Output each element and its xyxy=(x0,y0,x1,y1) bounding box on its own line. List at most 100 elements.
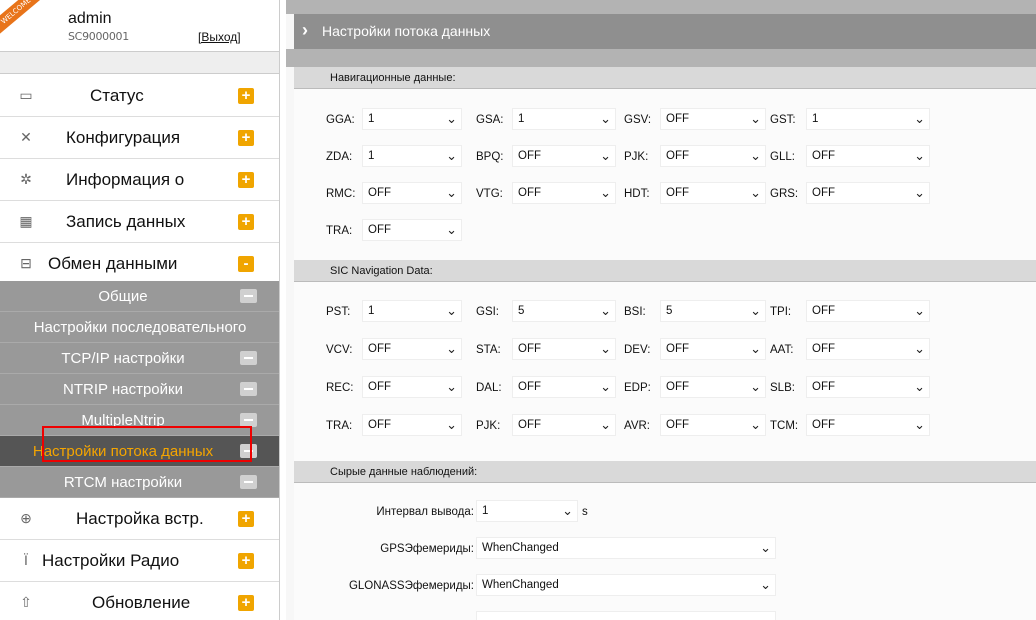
field-select[interactable]: OFF ⌄ xyxy=(362,338,462,360)
select-value: OFF xyxy=(812,343,835,355)
chevron-down-icon: ⌄ xyxy=(446,341,457,356)
menu-label: Информация о xyxy=(66,170,185,189)
chevron-down-icon: ⌄ xyxy=(914,303,925,318)
field-select[interactable]: OFF ⌄ xyxy=(512,338,616,360)
field-select[interactable]: OFF ⌄ xyxy=(362,219,462,241)
expand-icon[interactable]: + xyxy=(238,172,254,188)
menu-update[interactable]: ⇧ Обновление + xyxy=(0,582,279,620)
field-select[interactable]: OFF ⌄ xyxy=(512,182,616,204)
menu-record[interactable]: ▦ Запись данных + xyxy=(0,201,279,243)
field-select[interactable]: OFF ⌄ xyxy=(362,414,462,436)
gps-ephemeris-select[interactable]: WhenChanged ⌄ xyxy=(476,537,776,559)
interval-unit: s xyxy=(582,506,588,518)
submenu-serial[interactable]: Настройки последовательного xyxy=(0,312,279,343)
field-select[interactable]: OFF ⌄ xyxy=(660,145,766,167)
field-label: PJK: xyxy=(476,420,501,432)
field-select[interactable]: 1 ⌄ xyxy=(362,300,462,322)
field-select[interactable]: OFF ⌄ xyxy=(806,145,930,167)
select-value: OFF xyxy=(666,113,689,125)
chevron-down-icon: ⌄ xyxy=(914,341,925,356)
collapse-icon[interactable]: - xyxy=(238,256,254,272)
minus-icon xyxy=(240,475,257,489)
select-value: 1 xyxy=(368,113,375,125)
chevron-down-icon: ⌄ xyxy=(600,185,611,200)
chevron-down-icon: ⌄ xyxy=(750,303,761,318)
chevron-down-icon: ⌄ xyxy=(446,185,457,200)
field-select[interactable]: 1 ⌄ xyxy=(362,108,462,130)
submenu-general[interactable]: Общие xyxy=(0,281,279,312)
expand-icon[interactable]: + xyxy=(238,511,254,527)
menu-exchange[interactable]: ⊟ Обмен данными - xyxy=(0,243,279,285)
field-label: ZDA: xyxy=(326,151,353,163)
select-value: OFF xyxy=(518,381,541,393)
submenu-tcpip[interactable]: TCP/IP настройки xyxy=(0,343,279,374)
glonass-ephemeris-label: GLONASSЭфемериды: xyxy=(348,580,474,592)
glonass-ephemeris-select[interactable]: WhenChanged ⌄ xyxy=(476,574,776,596)
field-select[interactable]: OFF ⌄ xyxy=(512,376,616,398)
menu-builtin[interactable]: ⊕ Настройка встр. + xyxy=(0,498,279,540)
chevron-down-icon: ⌄ xyxy=(600,379,611,394)
expand-icon[interactable]: + xyxy=(238,88,254,104)
field-select[interactable]: OFF ⌄ xyxy=(806,376,930,398)
submenu-ntrip[interactable]: NTRIP настройки xyxy=(0,374,279,405)
select-value: OFF xyxy=(368,381,391,393)
field-select[interactable]: OFF ⌄ xyxy=(660,376,766,398)
field-label: REC: xyxy=(326,382,354,394)
field-select[interactable]: OFF ⌄ xyxy=(806,182,930,204)
field-label: TCM: xyxy=(770,420,799,432)
select-value: OFF xyxy=(518,343,541,355)
expand-icon[interactable]: + xyxy=(238,595,254,611)
select-value: OFF xyxy=(518,419,541,431)
field-select[interactable]: 5 ⌄ xyxy=(512,300,616,322)
field-label: TRA: xyxy=(326,225,353,237)
field-select[interactable]: OFF ⌄ xyxy=(660,414,766,436)
chevron-down-icon: ⌄ xyxy=(914,417,925,432)
page-header: › Настройки потока данных xyxy=(294,14,1036,49)
menu-label: Настройки Радио xyxy=(42,551,180,570)
field-label: GSI: xyxy=(476,306,500,318)
chevron-down-icon: ⌄ xyxy=(446,222,457,237)
field-select[interactable]: OFF ⌄ xyxy=(806,338,930,360)
field-select[interactable]: 1 ⌄ xyxy=(512,108,616,130)
field-select[interactable]: OFF ⌄ xyxy=(660,108,766,130)
menu-radio[interactable]: Ï Настройки Радио + xyxy=(0,540,279,582)
field-select[interactable]: OFF ⌄ xyxy=(512,145,616,167)
menu-status[interactable]: ▭ Статус + xyxy=(0,75,279,117)
menu-config[interactable]: ✕ Конфигурация + xyxy=(0,117,279,159)
username: admin xyxy=(68,10,112,27)
field-select[interactable]: OFF ⌄ xyxy=(660,338,766,360)
field-select[interactable]: 5 ⌄ xyxy=(660,300,766,322)
field-select[interactable]: OFF ⌄ xyxy=(806,300,930,322)
field-select[interactable]: 1 ⌄ xyxy=(362,145,462,167)
field-select[interactable]: OFF ⌄ xyxy=(660,182,766,204)
field-select[interactable]: OFF ⌄ xyxy=(362,376,462,398)
menu-info[interactable]: ✲ Информация о + xyxy=(0,159,279,201)
logout-link[interactable]: [Выход] xyxy=(198,30,241,44)
field-label: SLB: xyxy=(770,382,795,394)
expand-icon[interactable]: + xyxy=(238,553,254,569)
select-value: OFF xyxy=(666,343,689,355)
expand-icon[interactable]: + xyxy=(238,214,254,230)
select-value: OFF xyxy=(812,419,835,431)
submenu-rtcm[interactable]: RTCM настройки xyxy=(0,467,279,498)
globe-icon: ⊕ xyxy=(20,510,32,526)
field-select[interactable]: OFF ⌄ xyxy=(512,414,616,436)
field-select[interactable]: 1 ⌄ xyxy=(806,108,930,130)
select-value: OFF xyxy=(666,150,689,162)
select-value: OFF xyxy=(812,150,835,162)
field-label: GSV: xyxy=(624,114,652,126)
select-value: OFF xyxy=(368,224,391,236)
field-select[interactable]: OFF ⌄ xyxy=(362,182,462,204)
chevron-down-icon: ⌄ xyxy=(750,185,761,200)
field-select[interactable]: OFF ⌄ xyxy=(806,414,930,436)
chevron-down-icon: ⌄ xyxy=(562,503,573,518)
expand-icon[interactable]: + xyxy=(238,130,254,146)
chevron-down-icon: ⌄ xyxy=(600,303,611,318)
chevron-down-icon: ⌄ xyxy=(750,417,761,432)
antenna-icon: Ï xyxy=(24,552,28,568)
menu-label: Обновление xyxy=(92,593,191,612)
chevron-down-icon: ⌄ xyxy=(750,379,761,394)
interval-select[interactable]: 1 ⌄ xyxy=(476,500,578,522)
partial-select[interactable] xyxy=(476,611,776,620)
field-label: AVR: xyxy=(624,420,650,432)
